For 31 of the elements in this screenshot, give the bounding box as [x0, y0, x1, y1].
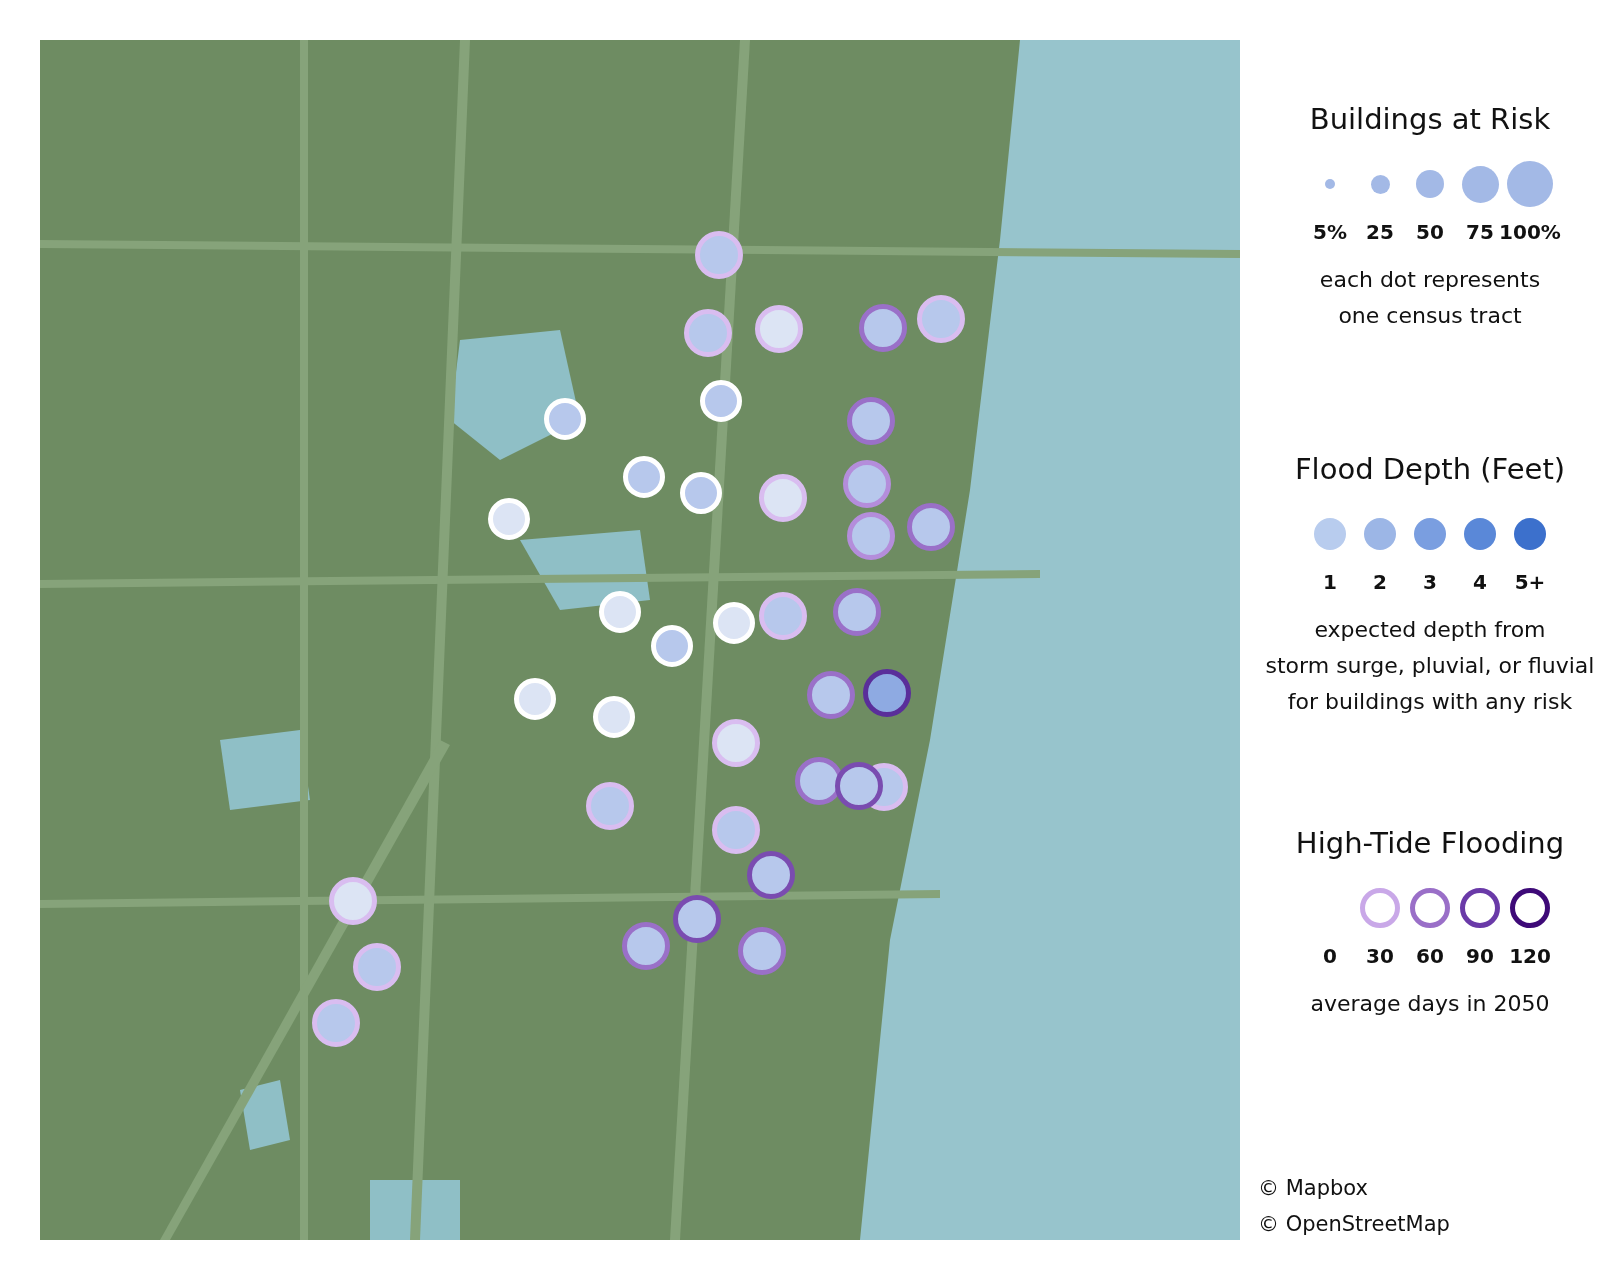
legend-caption: storm surge, pluvial, or fluvial	[1265, 652, 1595, 680]
legend-label: 100%	[1499, 220, 1561, 244]
size-dot	[1416, 170, 1444, 198]
attribution-text: © Mapbox	[1258, 1175, 1369, 1202]
legend-caption: average days in 2050	[1310, 990, 1550, 1018]
legend-caption: each dot represents	[1319, 266, 1541, 294]
legend-label: 1	[1323, 570, 1337, 594]
legend-caption: for buildings with any risk	[1287, 688, 1573, 716]
size-dot	[1325, 179, 1335, 189]
legend-label: 120	[1509, 944, 1551, 968]
legend-title: Flood Depth (Feet)	[1294, 452, 1566, 486]
legend-caption: expected depth from	[1314, 616, 1546, 644]
attribution-text: © OpenStreetMap	[1258, 1211, 1450, 1238]
legend-label: 60	[1416, 944, 1444, 968]
legend-label: 4	[1473, 570, 1487, 594]
legend-label: 25	[1366, 220, 1394, 244]
legend-label: 90	[1466, 944, 1494, 968]
legend-label: 75	[1466, 220, 1494, 244]
legend-label: 2	[1373, 570, 1387, 594]
legend-label: 50	[1416, 220, 1444, 244]
legend-label: 5%	[1313, 220, 1347, 244]
legend-label: 3	[1423, 570, 1437, 594]
legend-caption: one census tract	[1338, 302, 1522, 330]
size-dot	[1370, 174, 1390, 194]
size-dot	[1507, 161, 1553, 207]
size-dot	[1461, 165, 1499, 203]
legend-label: 5+	[1514, 570, 1546, 594]
legend-title: Buildings at Risk	[1309, 102, 1551, 136]
legend-label: 0	[1323, 944, 1337, 968]
legend-title: High-Tide Flooding	[1295, 826, 1565, 860]
legend-label: 30	[1366, 944, 1394, 968]
